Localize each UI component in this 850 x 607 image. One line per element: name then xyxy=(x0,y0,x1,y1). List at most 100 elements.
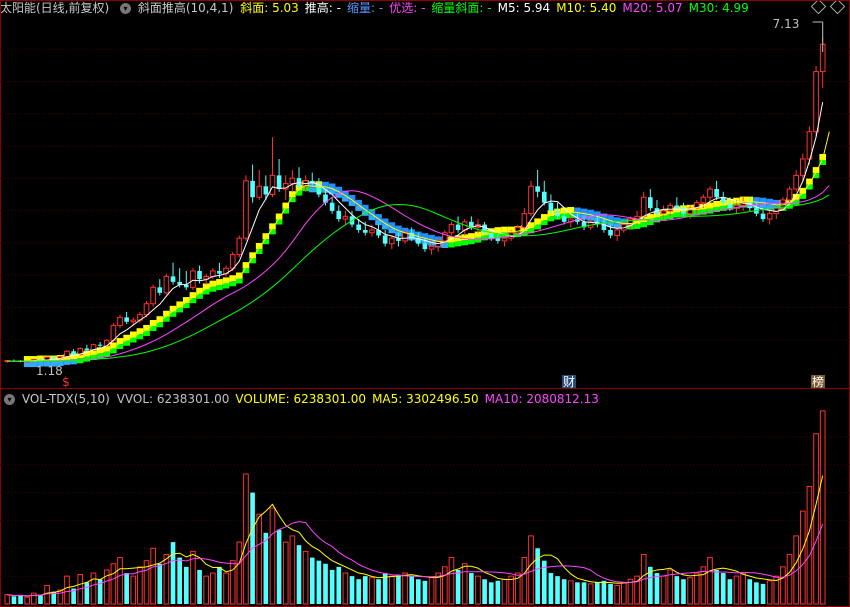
volume-bar xyxy=(660,575,667,605)
volume-indicator-name[interactable]: VOL-TDX(5,10) xyxy=(22,392,110,406)
candle-body xyxy=(428,245,435,250)
volume-bar xyxy=(442,566,448,605)
volume-ma10-line xyxy=(7,521,824,597)
volume-bar xyxy=(700,566,707,605)
candle-body xyxy=(190,270,196,288)
volume-bar xyxy=(614,584,621,605)
volume-bar xyxy=(282,541,289,605)
candle-body xyxy=(535,186,540,192)
candle-body xyxy=(714,189,719,198)
candle-body xyxy=(243,180,249,239)
band-block-lower xyxy=(640,222,648,228)
volume-bar xyxy=(422,580,428,604)
candle-body xyxy=(521,213,528,228)
volume-bar xyxy=(806,485,813,605)
low-price-label: 1.18 xyxy=(36,364,63,378)
candle-body xyxy=(356,224,361,230)
volume-bar xyxy=(150,547,156,605)
volume-label: VVOL: xyxy=(116,392,157,406)
volume-bar xyxy=(608,583,613,604)
candle-body xyxy=(97,344,103,346)
volume-bar xyxy=(309,557,315,604)
band-block-lower xyxy=(236,278,243,284)
high-price-label: 7.13 xyxy=(773,17,800,31)
candle-body xyxy=(124,317,129,322)
candle-body xyxy=(229,254,236,269)
volume-bar xyxy=(707,557,713,605)
volume-bar xyxy=(535,548,540,604)
candle-body xyxy=(170,276,176,282)
volume-label: VOLUME: xyxy=(235,392,294,406)
volume-bar xyxy=(402,572,408,605)
volume-bar xyxy=(349,576,355,604)
volume-bar xyxy=(223,572,229,605)
volume-bar xyxy=(455,569,461,604)
candle-body xyxy=(548,202,554,211)
volume-bar xyxy=(31,592,37,605)
volume-bar xyxy=(38,594,43,604)
volume-bar xyxy=(594,582,600,604)
volume-bar xyxy=(323,563,328,604)
candle-body xyxy=(250,180,255,198)
volume-bar xyxy=(229,560,236,605)
volume-bar xyxy=(117,557,123,605)
volume-bar xyxy=(256,513,263,605)
candle-body xyxy=(71,351,76,355)
candle-body xyxy=(117,316,123,327)
candle-body xyxy=(402,232,408,242)
volume-bar xyxy=(329,569,335,604)
volume-bar xyxy=(693,572,700,605)
volume-bar xyxy=(296,545,302,604)
band-block-lower xyxy=(76,358,84,364)
candle-body xyxy=(64,350,70,358)
band-block-lower xyxy=(388,228,396,234)
candle-body xyxy=(263,186,269,195)
volume-bar xyxy=(448,557,455,605)
volume-bar xyxy=(766,580,773,605)
band-block-lower xyxy=(143,330,150,336)
candle-body xyxy=(514,226,521,234)
volume-bar xyxy=(813,433,819,605)
volume-bar xyxy=(720,573,726,604)
band-block-lower xyxy=(633,223,641,229)
volume-bar xyxy=(575,582,580,604)
volume-bar xyxy=(461,563,468,605)
band-block-lower xyxy=(448,242,455,248)
candle-body xyxy=(51,357,57,359)
volume-value: 6238301.00 xyxy=(293,392,367,406)
volume-dropdown-icon[interactable]: ▾ xyxy=(4,394,15,405)
volume-ma5-line xyxy=(7,475,824,597)
candle-body xyxy=(197,270,202,280)
candle-body xyxy=(667,204,674,212)
volume-bar xyxy=(799,510,806,605)
candle-body xyxy=(382,235,388,244)
candle-body xyxy=(614,229,621,236)
candle-body xyxy=(369,229,375,234)
volume-value: 3302496.50 xyxy=(406,392,479,406)
candle-body xyxy=(276,175,282,190)
candle-body xyxy=(660,210,667,215)
band-block-lower xyxy=(110,348,117,354)
candle-body xyxy=(528,185,534,215)
volume-bar xyxy=(587,583,594,605)
volume-bar xyxy=(269,507,276,605)
volume-bar xyxy=(110,563,117,605)
volume-bar xyxy=(4,594,11,605)
volume-bar xyxy=(508,575,514,605)
volume-header: ▾ VOL-TDX(5,10) VVOL: 6238301.00 VOLUME: … xyxy=(0,391,608,408)
volume-bar xyxy=(521,557,528,605)
volume-bar xyxy=(740,572,746,605)
candle-body xyxy=(455,224,461,230)
volume-label: MA5: xyxy=(372,392,407,406)
volume-bar xyxy=(197,569,202,604)
band-block-lower xyxy=(461,240,469,246)
band-block-lower xyxy=(468,239,475,245)
candle-body xyxy=(501,237,508,242)
volume-bar xyxy=(157,563,163,604)
candle-body xyxy=(608,230,613,236)
candle-body xyxy=(541,191,547,203)
candle-body xyxy=(329,202,335,211)
volume-bar xyxy=(681,579,686,604)
volume-bar xyxy=(581,582,587,604)
volume-bar xyxy=(289,535,296,605)
